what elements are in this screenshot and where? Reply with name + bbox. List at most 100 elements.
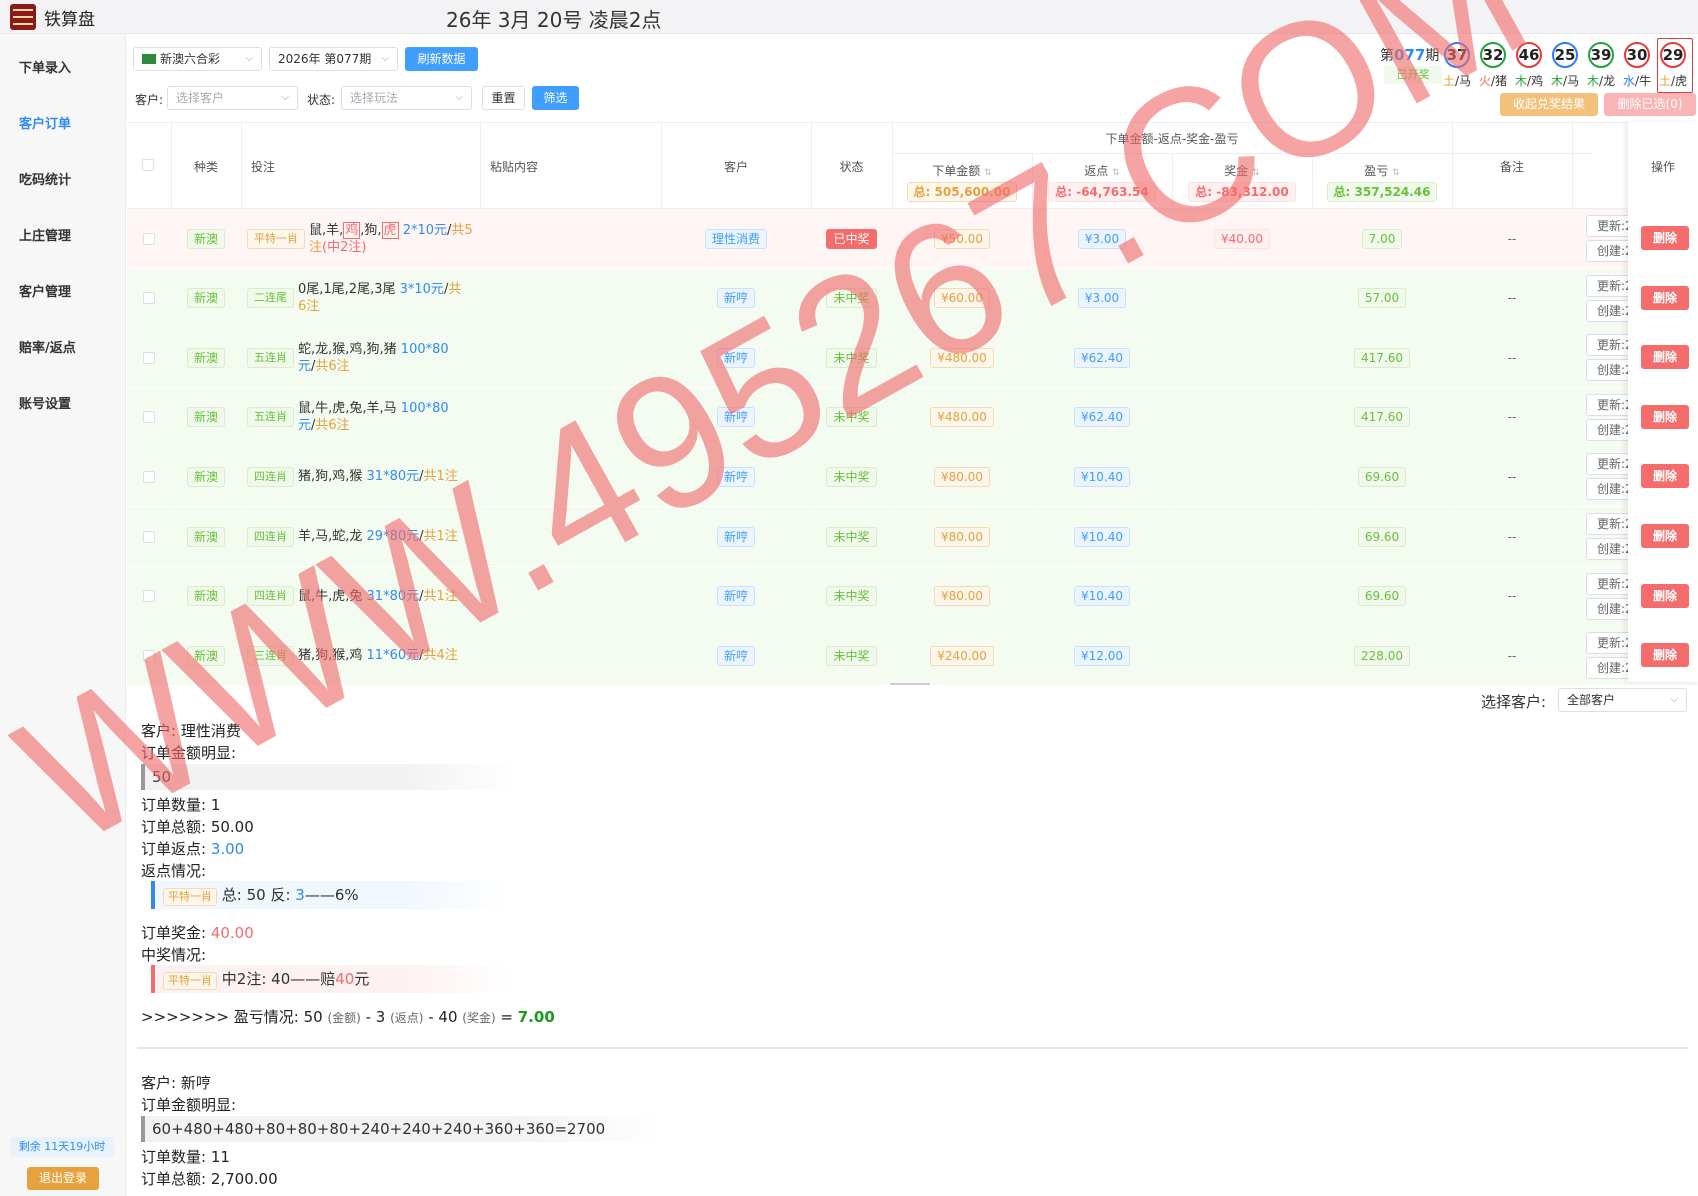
table-row[interactable]: 新澳 二连尾 0尾,1尾,2尾,3尾 3*10元/共6注 新哼 未中奖 ¥60.00 ¥3.… (127, 268, 1698, 328)
header-paste: 粘贴内容 (490, 160, 539, 174)
draw-ball-label: 土/马 (1443, 74, 1472, 88)
amount-tag: ¥80.00 (934, 586, 990, 607)
summary2-detail-label: 订单金额明显: (141, 1096, 237, 1114)
app-title: 铁算盘 (44, 9, 95, 30)
header-customer: 客户 (723, 160, 748, 174)
remark-cell: -- (1507, 291, 1517, 306)
kind-tag: 新澳 (186, 288, 225, 309)
summary2-customer: 客户: 新哼 (141, 1074, 211, 1092)
summary-divider (137, 1047, 1688, 1049)
table-row[interactable]: 新澳 四连肖 猪,狗,鸡,猴 31*80元/共1注 新哼 未中奖 ¥80.00 ¥10.40… (127, 447, 1698, 507)
header-profit[interactable]: 盈亏 ⇅ (1312, 162, 1452, 179)
collapse-results-button[interactable]: 收起兑奖结果 (1500, 93, 1598, 116)
draw-ball: 32 (1480, 42, 1506, 68)
kind-tag: 新澳 (186, 586, 225, 607)
table-row[interactable]: 新澳 四连肖 羊,马,蛇,龙 29*80元/共1注 新哼 未中奖 ¥80.00 ¥10.40… (127, 507, 1698, 566)
sort-icon: ⇅ (1392, 168, 1400, 178)
customer-tag[interactable]: 新哼 (716, 645, 755, 666)
rebate-tag: ¥10.40 (1074, 466, 1130, 487)
draw-ball: 29 (1660, 42, 1686, 68)
row-checkbox[interactable] (143, 649, 155, 662)
summary-rebate-line: 平特一肖 总: 50 反: 3——6% (151, 881, 511, 909)
sidebar-item-customer-orders[interactable]: 客户订单 (19, 113, 71, 132)
table-row[interactable]: 新澳 三连肖 猪,狗,猴,鸡 11*60元/共4注 新哼 未中奖 ¥240.00 ¥12.0… (127, 626, 1698, 686)
delete-row-button[interactable]: 删除 (1641, 643, 1689, 668)
reset-button[interactable]: 重置 (482, 86, 525, 110)
delete-row-button[interactable]: 删除 (1641, 345, 1689, 370)
draw-ball-label: 火/猪 (1479, 74, 1508, 88)
amount-tag: ¥60.00 (934, 288, 990, 309)
customer-select-label: 选择客户: (1481, 693, 1547, 711)
lottery-select[interactable]: 新澳六合彩 ⌵ (133, 47, 262, 71)
play-type-tag: 五连肖 (247, 347, 294, 368)
header-rebate[interactable]: 返点 ⇅ (1032, 162, 1172, 179)
status-select[interactable]: 选择玩法 ⌵ (341, 86, 472, 110)
header-prize[interactable]: 奖金 ⇅ (1172, 162, 1312, 179)
customer-tag[interactable]: 新哼 (716, 347, 755, 368)
summary-win-label: 中奖情况: (141, 946, 207, 964)
bet-content: 四连肖 猪,狗,鸡,猴 31*80元/共1注 (247, 447, 477, 506)
kind-tag: 新澳 (186, 228, 225, 249)
row-checkbox[interactable] (143, 292, 155, 305)
rebate-tag: ¥12.00 (1074, 645, 1130, 666)
delete-row-button[interactable]: 删除 (1641, 285, 1689, 310)
draw-ball: 37 (1444, 42, 1470, 68)
customer-tag[interactable]: 理性消费 (704, 228, 767, 249)
logout-button[interactable]: 退出登录 (27, 1167, 99, 1190)
sidebar-item-customers[interactable]: 客户管理 (19, 281, 71, 300)
customer-tag[interactable]: 新哼 (716, 466, 755, 487)
delete-selected-button[interactable]: 删除已选(0) (1604, 93, 1696, 116)
period-select[interactable]: 2026年 第077期 ⌵ (269, 47, 398, 71)
summary-rebate-info-label: 返点情况: (141, 862, 207, 880)
resize-handle[interactable] (890, 683, 930, 685)
row-checkbox[interactable] (143, 411, 155, 424)
amount-tag: ¥80.00 (934, 466, 990, 487)
delete-row-button[interactable]: 删除 (1641, 464, 1689, 489)
remark-cell: -- (1507, 648, 1517, 663)
delete-row-button[interactable]: 删除 (1641, 524, 1689, 548)
bet-content: 四连肖 鼠,牛,虎,兔 31*80元/共1注 (247, 567, 477, 626)
sidebar-item-code-stats[interactable]: 吃码统计 (19, 169, 71, 188)
draw-ball-label: 木/马 (1551, 74, 1580, 88)
customer-tag[interactable]: 新哼 (716, 407, 755, 428)
status-badge: 未中奖 (826, 347, 877, 368)
filter-button[interactable]: 筛选 (532, 86, 579, 110)
table-row[interactable]: 新澳 五连肖 鼠,牛,虎,兔,羊,马 100*80元/共6注 新哼 未中奖 ¥480.00… (127, 387, 1698, 447)
header-amount[interactable]: 下单金额 ⇅ (892, 162, 1032, 179)
status-badge: 未中奖 (826, 586, 877, 607)
summary-customer-select[interactable]: 全部客户 ⌵ (1558, 688, 1687, 712)
bet-content: 四连肖 羊,马,蛇,龙 29*80元/共1注 (247, 507, 477, 566)
rebate-tag: ¥62.40 (1074, 407, 1130, 428)
customer-tag[interactable]: 新哼 (716, 288, 755, 309)
customer-select[interactable]: 选择客户 ⌵ (167, 86, 298, 110)
row-checkbox[interactable] (143, 232, 155, 245)
delete-row-button[interactable]: 删除 (1641, 583, 1689, 608)
row-checkbox[interactable] (143, 530, 155, 543)
row-checkbox[interactable] (143, 590, 155, 603)
table-row[interactable]: 新澳 五连肖 蛇,龙,猴,鸡,狗,猪 100*80元/共6注 新哼 未中奖 ¥480.00… (127, 328, 1698, 388)
table-row[interactable]: 新澳 平特一肖 鼠,羊, 鸡 ,狗, 虎 2*10元/共5注(中2注) 理性消费 已中奖 ¥50… (127, 209, 1698, 268)
summary-profit-line: >>>>>>> 盈亏情况: 50 (金额) - 3 (返点) - 40 (奖金)… (141, 1008, 555, 1026)
row-checkbox[interactable] (143, 470, 155, 483)
status-badge: 未中奖 (826, 466, 877, 487)
sidebar-item-account[interactable]: 账号设置 (19, 393, 71, 412)
customer-tag[interactable]: 新哼 (716, 586, 755, 607)
delete-row-button[interactable]: 删除 (1641, 226, 1689, 250)
summary-prize: 订单奖金: 40.00 (141, 924, 254, 942)
select-all-checkbox[interactable] (142, 159, 154, 171)
profit-tag: 57.00 (1357, 288, 1407, 309)
profit-tag: 417.60 (1354, 407, 1410, 428)
profit-tag: 69.60 (1357, 526, 1407, 547)
table-row[interactable]: 新澳 四连肖 鼠,牛,虎,兔 31*80元/共1注 新哼 未中奖 ¥80.00 ¥10.40… (127, 566, 1698, 626)
row-checkbox[interactable] (143, 351, 155, 364)
customer-tag[interactable]: 新哼 (716, 526, 755, 547)
play-type-tag: 四连肖 (247, 466, 294, 487)
status-badge: 未中奖 (826, 407, 877, 428)
app-logo: 铁算盘 (10, 4, 95, 30)
sidebar-item-order-entry[interactable]: 下单录入 (19, 57, 71, 76)
refresh-button[interactable]: 刷新数据 (405, 47, 478, 71)
draw-ball-label: 土/虎 (1659, 74, 1688, 88)
sidebar-item-dealer[interactable]: 上庄管理 (19, 225, 71, 244)
delete-row-button[interactable]: 删除 (1641, 404, 1689, 429)
sidebar-item-odds[interactable]: 赔率/返点 (19, 337, 76, 356)
